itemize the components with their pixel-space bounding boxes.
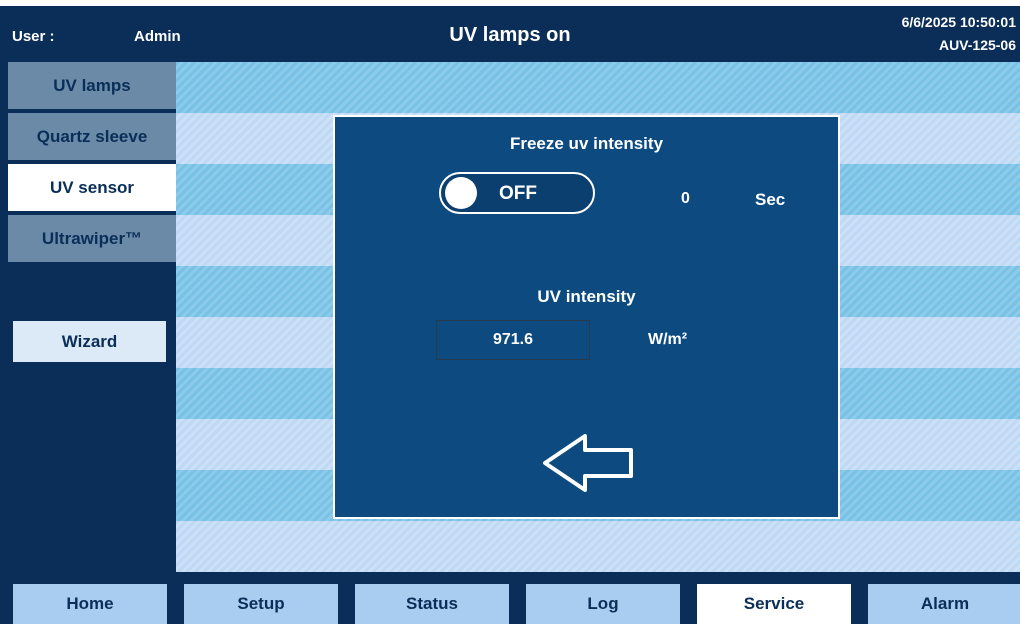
device-id: AUV-125-06 bbox=[938, 37, 1016, 53]
wizard-button[interactable]: Wizard bbox=[13, 321, 166, 362]
nav-service-button[interactable]: Service bbox=[697, 584, 851, 624]
intensity-unit: W/m² bbox=[648, 331, 688, 348]
freeze-seconds-value: 0 bbox=[681, 190, 690, 207]
sidebar-item-ultrawiper[interactable]: Ultrawiper™ bbox=[8, 215, 176, 262]
sidebar: UV lamps Quartz sleeve UV sensor Ultrawi… bbox=[0, 62, 176, 578]
datetime: 6/6/2025 10:50:01 bbox=[901, 14, 1016, 30]
freeze-title: Freeze uv intensity bbox=[509, 134, 664, 153]
sidebar-item-uv-lamps[interactable]: UV lamps bbox=[8, 62, 176, 109]
uv-intensity-field: 971.6 bbox=[436, 320, 590, 360]
toggle-knob bbox=[445, 177, 477, 209]
bottom-nav: Home Setup Status Log Service Alarm bbox=[0, 578, 1020, 624]
freeze-toggle[interactable]: OFF bbox=[439, 172, 595, 214]
toggle-state-label: OFF bbox=[499, 183, 537, 204]
uv-sensor-dialog: Freeze uv intensity OFF 0 Sec UV intensi… bbox=[333, 115, 840, 519]
seconds-unit: Sec bbox=[755, 190, 786, 209]
uv-intensity-value: 971.6 bbox=[492, 331, 534, 348]
nav-home-button[interactable]: Home bbox=[13, 584, 167, 624]
sidebar-item-uv-sensor[interactable]: UV sensor bbox=[8, 164, 176, 211]
nav-status-button[interactable]: Status bbox=[355, 584, 509, 624]
app-frame: User : Admin UV lamps on 6/6/2025 10:50:… bbox=[0, 6, 1020, 624]
uv-intensity-label: UV intensity bbox=[537, 287, 636, 306]
nav-alarm-button[interactable]: Alarm bbox=[868, 584, 1020, 624]
back-arrow-icon[interactable] bbox=[541, 432, 637, 494]
page-title: UV lamps on bbox=[449, 24, 571, 46]
nav-setup-button[interactable]: Setup bbox=[184, 584, 338, 624]
header-bar: User : Admin UV lamps on 6/6/2025 10:50:… bbox=[0, 6, 1020, 62]
nav-log-button[interactable]: Log bbox=[526, 584, 680, 624]
sidebar-item-quartz-sleeve[interactable]: Quartz sleeve bbox=[8, 113, 176, 160]
